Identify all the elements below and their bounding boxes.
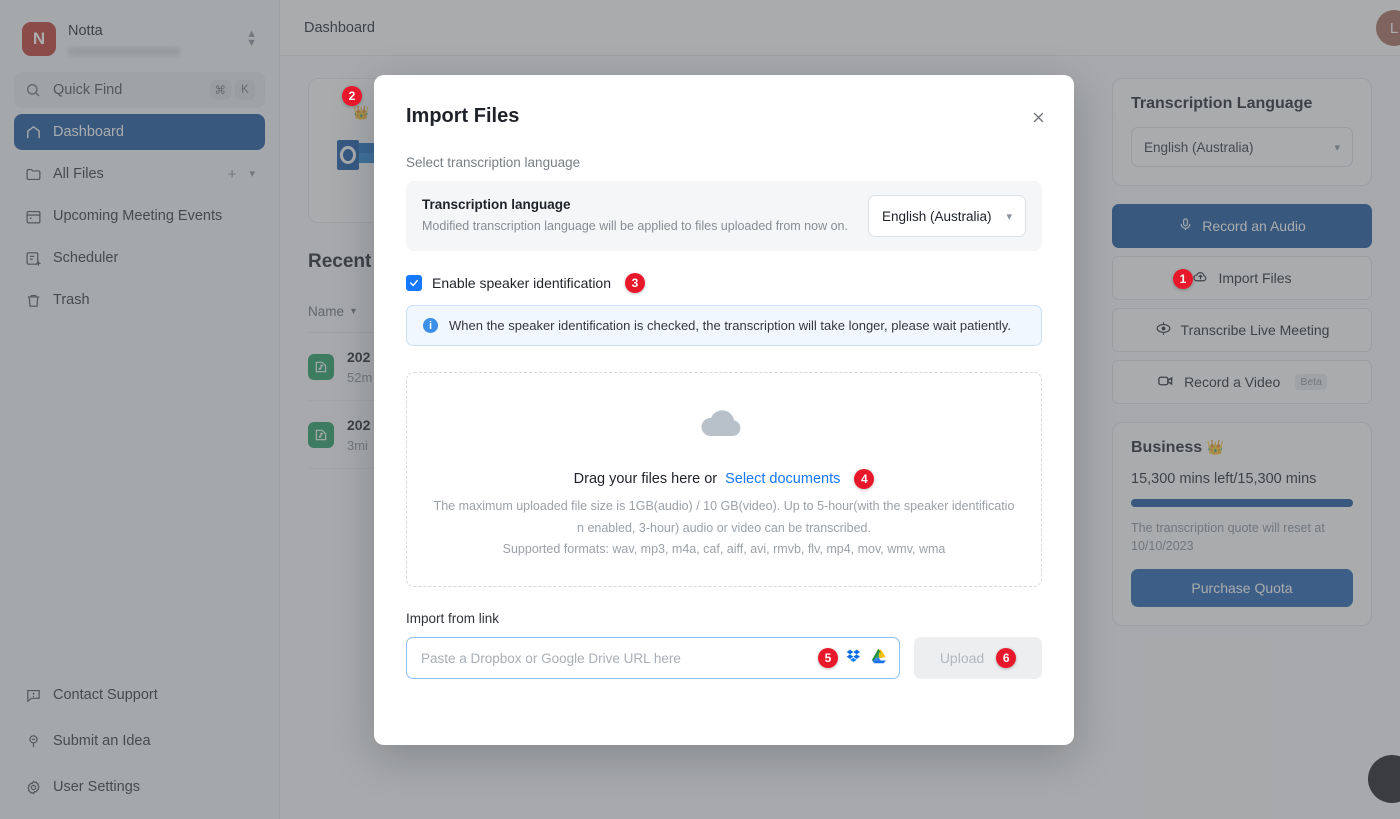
speaker-info-banner: i When the speaker identification is che… [406, 305, 1042, 346]
close-icon[interactable] [1026, 105, 1050, 129]
transcription-language-text: Transcription language Modified transcri… [422, 197, 856, 236]
dropzone-note-line-3: Supported formats: wav, mp3, m4a, caf, a… [503, 539, 946, 561]
dropzone-headline: Drag your files here or [574, 471, 717, 487]
section-label-language: Select transcription language [406, 155, 1042, 170]
transcription-language-title: Transcription language [422, 197, 856, 212]
dropzone-note-line-1: The maximum uploaded file size is 1GB(au… [434, 496, 1015, 518]
transcription-language-description: Modified transcription language will be … [422, 217, 856, 236]
step-badge-3: 3 [625, 273, 645, 293]
google-drive-icon[interactable] [871, 648, 887, 669]
speaker-info-text: When the speaker identification is check… [449, 318, 1011, 333]
service-icons [846, 648, 887, 669]
import-from-link-row: 5 [406, 637, 1042, 679]
upload-button[interactable]: Upload 6 [914, 637, 1042, 679]
import-files-modal: Import Files Select transcription langua… [374, 75, 1074, 745]
dropbox-icon[interactable] [846, 648, 862, 669]
chevron-down-icon: ▾ [1006, 210, 1012, 223]
step-badge-2: 2 [342, 86, 362, 106]
cloud-upload-icon [696, 398, 752, 447]
import-from-link-label: Import from link [406, 611, 1042, 626]
step-badge-4: 4 [854, 469, 874, 489]
import-link-input-wrapper[interactable]: 5 [406, 637, 900, 679]
select-documents-link[interactable]: Select documents [725, 471, 840, 487]
step-badge-1: 1 [1173, 269, 1193, 289]
enable-speaker-identification-label: Enable speaker identification [432, 275, 611, 291]
file-dropzone[interactable]: Drag your files here or Select documents… [406, 372, 1042, 587]
transcription-language-row: Transcription language Modified transcri… [406, 181, 1042, 251]
dropzone-note-line-2: n enabled, 3-hour) audio or video can be… [577, 518, 871, 540]
import-link-input[interactable] [421, 651, 818, 666]
modal-title: Import Files [406, 105, 1042, 128]
dropzone-headline-row: Drag your files here or Select documents… [574, 469, 875, 489]
step-badge-5: 5 [818, 648, 838, 668]
upload-button-label: Upload [940, 650, 984, 666]
speaker-identification-row: Enable speaker identification 3 [406, 273, 1042, 293]
modal-language-select[interactable]: English (Australia) ▾ 2 [868, 195, 1026, 237]
info-icon: i [423, 318, 438, 333]
modal-language-value: English (Australia) [882, 209, 992, 224]
enable-speaker-identification-checkbox[interactable] [406, 275, 422, 291]
step-badge-6: 6 [996, 648, 1016, 668]
